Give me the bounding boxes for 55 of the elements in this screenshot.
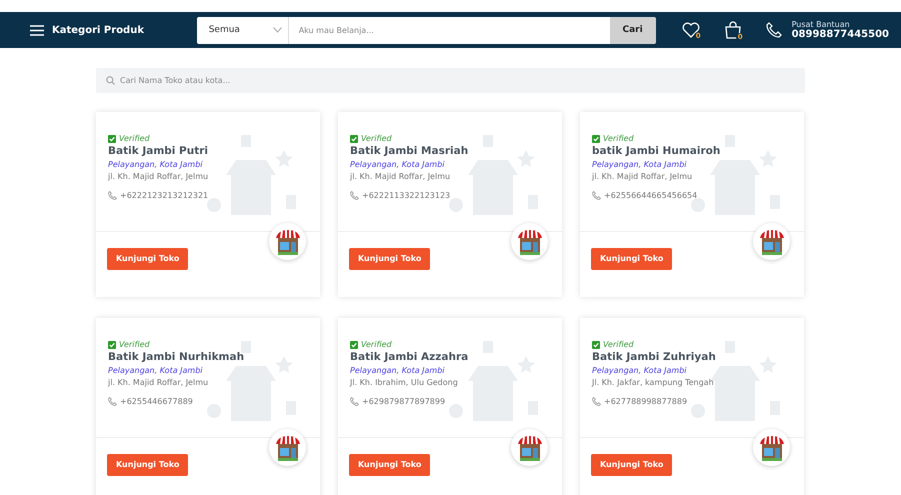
- store-phone: +6222123213212321: [120, 191, 208, 200]
- category-select[interactable]: Semua: [196, 16, 289, 44]
- phone-icon: [592, 191, 601, 200]
- verified-label: Verified: [119, 134, 150, 143]
- phone-icon: [350, 191, 359, 200]
- menu-icon: [30, 24, 44, 36]
- help-phone-number: 08998877445500: [792, 29, 889, 40]
- phone-icon: [108, 397, 117, 406]
- store-location-link[interactable]: Pelayangan, Kota Jambi: [592, 366, 792, 375]
- store-address: jl. Kh. Majid Roffar, Jelmu: [108, 172, 210, 181]
- store-location-link[interactable]: Pelayangan, Kota Jambi: [350, 160, 550, 169]
- store-address: Jl. Kh. Jakfar, kampung Tengah: [592, 378, 715, 387]
- store-name: Batik Jambi Masriah: [350, 145, 470, 157]
- category-menu-button[interactable]: Kategori Produk: [30, 24, 197, 36]
- phone-icon: [350, 397, 359, 406]
- heart-icon[interactable]: [682, 22, 700, 38]
- visit-store-button[interactable]: Kunjungi Toko: [107, 248, 188, 270]
- visit-store-button[interactable]: Kunjungi Toko: [591, 248, 672, 270]
- store-name: Batik Jambi Zuhriyah: [592, 351, 717, 363]
- store-name: Batik Jambi Azzahra: [350, 351, 470, 363]
- verified-label: Verified: [361, 340, 392, 349]
- store-address: jl. Kh. Majid Roffar, Jelmu: [592, 172, 694, 181]
- shopping-bag-icon[interactable]: [724, 21, 742, 39]
- phone-icon: [108, 191, 117, 200]
- phone-icon: [592, 397, 601, 406]
- store-name: Batik Jambi Putri: [108, 145, 210, 157]
- verified-label: Verified: [603, 134, 634, 143]
- store-location-link[interactable]: Pelayangan, Kota Jambi: [350, 366, 550, 375]
- store-address: jl. Kh. Majid Roffar, Jelmu: [108, 378, 210, 387]
- store-address: Jl. Kh. Ibrahim, Ulu Gedong: [350, 378, 459, 387]
- search-button[interactable]: Cari: [610, 16, 656, 44]
- visit-store-button[interactable]: Kunjungi Toko: [591, 454, 672, 476]
- search-field[interactable]: Aku mau Belanja...: [288, 16, 610, 44]
- store-search-field[interactable]: Cari Nama Toko atau kota...: [96, 68, 805, 93]
- store-phone: +62556644665456654: [604, 191, 698, 200]
- visit-store-button[interactable]: Kunjungi Toko: [349, 454, 430, 476]
- store-phone: +6255446677889: [120, 397, 193, 406]
- verified-label: Verified: [119, 340, 150, 349]
- search-icon: [106, 76, 115, 85]
- help-center-label: Pusat Bantuan: [792, 20, 851, 29]
- verified-label: Verified: [361, 134, 392, 143]
- visit-store-button[interactable]: Kunjungi Toko: [107, 454, 188, 476]
- verified-label: Verified: [603, 340, 634, 349]
- store-location-link[interactable]: Pelayangan, Kota Jambi: [108, 160, 308, 169]
- store-name: batik Jambi Humairoh: [592, 145, 722, 157]
- chevron-down-icon: [272, 27, 282, 33]
- store-phone: +629879877897899: [362, 397, 446, 406]
- store-address: jl. Kh. Majid Roffar, Jelmu: [350, 172, 452, 181]
- store-location-link[interactable]: Pelayangan, Kota Jambi: [108, 366, 308, 375]
- store-phone: +627788998877889: [604, 397, 688, 406]
- store-phone: +6222113322123123: [362, 191, 450, 200]
- visit-store-button[interactable]: Kunjungi Toko: [349, 248, 430, 270]
- store-name: Batik Jambi Nurhikmah: [108, 351, 246, 363]
- phone-icon: [766, 22, 782, 38]
- store-location-link[interactable]: Pelayangan, Kota Jambi: [592, 160, 792, 169]
